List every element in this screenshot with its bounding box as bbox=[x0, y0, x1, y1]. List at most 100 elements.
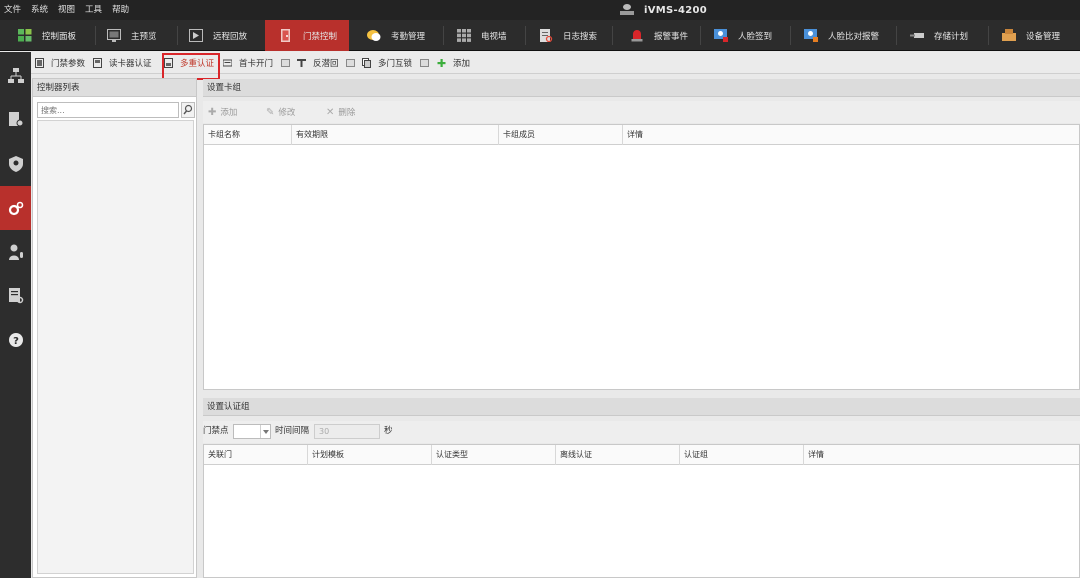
svg-text:?: ? bbox=[13, 336, 19, 347]
subtab-interlock-config[interactable] bbox=[420, 52, 436, 74]
highlight-box bbox=[162, 53, 220, 80]
app-title-text: iVMS-4200 bbox=[644, 4, 708, 16]
rail-person[interactable] bbox=[0, 98, 31, 142]
tab-remote-playback[interactable]: 远程回放 bbox=[189, 20, 247, 51]
search-icon bbox=[183, 104, 193, 115]
face-compare-icon bbox=[804, 29, 818, 42]
attendance-icon bbox=[367, 30, 381, 41]
interval-input[interactable]: 30 bbox=[314, 424, 380, 439]
alarm-icon bbox=[631, 30, 643, 42]
card-group-table[interactable]: 卡组名称 有效期限 卡组成员 详情 bbox=[203, 124, 1080, 390]
rail-settings[interactable] bbox=[0, 186, 31, 230]
rail-report[interactable] bbox=[0, 274, 31, 318]
document-user-icon bbox=[8, 112, 23, 127]
subtab-door-params[interactable]: 门禁参数 bbox=[35, 52, 85, 74]
chevron-down-icon bbox=[260, 425, 270, 438]
col-details[interactable]: 详情 bbox=[623, 125, 1079, 145]
card-group-table-header: 卡组名称 有效期限 卡组成员 详情 bbox=[204, 125, 1079, 145]
box-icon bbox=[281, 59, 290, 67]
module-nav: 控制面板 主预览 远程回放 门禁控制 考勤管理 电视墙 日志搜索 报警事件 人脸… bbox=[0, 20, 1080, 51]
app-title: iVMS-4200 bbox=[620, 0, 707, 20]
shield-icon bbox=[8, 156, 23, 172]
interlock-icon bbox=[362, 58, 371, 68]
col-auth-details[interactable]: 详情 bbox=[804, 445, 1079, 465]
tab-attendance[interactable]: 考勤管理 bbox=[367, 20, 425, 51]
delete-card-group-button[interactable]: ✕ 删除 bbox=[326, 101, 355, 123]
anti-passback-icon bbox=[297, 59, 306, 67]
auth-group-table-header: 关联门 计划模板 认证类型 离线认证 认证组 详情 bbox=[204, 445, 1079, 465]
first-card-icon bbox=[223, 59, 232, 67]
card-reader-icon bbox=[93, 58, 102, 68]
storage-icon bbox=[910, 33, 924, 38]
report-search-icon bbox=[8, 288, 23, 304]
grid-icon bbox=[18, 29, 32, 42]
tab-face-compare-alarm[interactable]: 人脸比对报警 bbox=[804, 20, 879, 51]
subtab-first-card[interactable]: 首卡开门 bbox=[223, 52, 273, 74]
plus-icon bbox=[437, 59, 446, 67]
microphone-person-icon bbox=[8, 244, 23, 260]
edit-icon: ✎ bbox=[266, 106, 275, 118]
gears-icon bbox=[8, 201, 23, 216]
subtab-first-card-config[interactable] bbox=[281, 52, 297, 74]
col-auth-type[interactable]: 认证类型 bbox=[432, 445, 556, 465]
col-members[interactable]: 卡组成员 bbox=[499, 125, 623, 145]
tab-main-view[interactable]: 主预览 bbox=[107, 20, 157, 51]
controller-search-input[interactable] bbox=[37, 102, 179, 118]
menu-system[interactable]: 系统 bbox=[31, 0, 48, 20]
search-button[interactable] bbox=[181, 102, 195, 118]
edit-card-group-button[interactable]: ✎ 修改 bbox=[266, 101, 295, 123]
auth-group-table[interactable]: 关联门 计划模板 认证类型 离线认证 认证组 详情 bbox=[203, 444, 1080, 578]
subtab-interlock[interactable]: 多门互锁 bbox=[362, 52, 412, 74]
rail-help[interactable]: ? bbox=[0, 318, 31, 362]
tab-access-control[interactable]: 门禁控制 bbox=[265, 20, 349, 51]
box-icon bbox=[420, 59, 429, 67]
menu-view[interactable]: 视图 bbox=[58, 0, 75, 20]
col-linked-door[interactable]: 关联门 bbox=[204, 445, 308, 465]
box-icon bbox=[346, 59, 355, 67]
device-icon bbox=[1002, 29, 1016, 41]
rail-location[interactable] bbox=[0, 142, 31, 186]
menu-file[interactable]: 文件 bbox=[4, 0, 21, 20]
controller-list-title: 控制器列表 bbox=[33, 79, 196, 97]
left-rail: ? bbox=[0, 52, 31, 578]
face-checkin-icon bbox=[714, 29, 728, 42]
playback-icon bbox=[189, 29, 203, 42]
auth-group-header: 设置认证组 bbox=[203, 398, 1080, 416]
col-auth-group[interactable]: 认证组 bbox=[680, 445, 804, 465]
tab-log-search[interactable]: 日志搜索 bbox=[539, 20, 597, 51]
rail-device-tree[interactable] bbox=[0, 54, 31, 98]
col-schedule-template[interactable]: 计划模板 bbox=[308, 445, 432, 465]
menu-tools[interactable]: 工具 bbox=[85, 0, 102, 20]
plus-icon: ✚ bbox=[208, 106, 217, 118]
col-offline-auth[interactable]: 离线认证 bbox=[556, 445, 680, 465]
subtab-card-reader-auth[interactable]: 读卡器认证 bbox=[93, 52, 152, 74]
subtab-add[interactable]: 添加 bbox=[437, 52, 470, 74]
tab-control-panel[interactable]: 控制面板 bbox=[18, 20, 76, 51]
col-validity[interactable]: 有效期限 bbox=[292, 125, 499, 145]
tab-video-wall[interactable]: 电视墙 bbox=[457, 20, 507, 51]
tab-face-checkin[interactable]: 人脸签到 bbox=[714, 20, 772, 51]
monitor-icon bbox=[107, 29, 121, 42]
close-icon: ✕ bbox=[326, 106, 335, 118]
controller-search bbox=[37, 102, 195, 118]
auth-group-filter: 门禁点 时间间隔 30 秒 bbox=[203, 421, 1080, 443]
interval-unit: 秒 bbox=[384, 426, 393, 436]
subtab-anti-passback[interactable]: 反潜回 bbox=[297, 52, 339, 74]
controller-tree[interactable] bbox=[37, 120, 194, 574]
hierarchy-icon bbox=[7, 68, 24, 83]
tab-alarm-events[interactable]: 报警事件 bbox=[630, 20, 688, 51]
tab-storage-schedule[interactable]: 存储计划 bbox=[910, 20, 968, 51]
card-group-header: 设置卡组 bbox=[203, 79, 1080, 97]
card-group-actions: ✚ 添加 ✎ 修改 ✕ 删除 bbox=[203, 101, 1080, 123]
menu-bar: 文件 系统 视图 工具 帮助 bbox=[4, 0, 139, 20]
door-params-icon bbox=[35, 58, 44, 68]
menu-help[interactable]: 帮助 bbox=[112, 0, 129, 20]
log-icon bbox=[540, 29, 553, 42]
rail-intercom[interactable] bbox=[0, 230, 31, 274]
door-select[interactable] bbox=[233, 424, 271, 439]
tab-device-management[interactable]: 设备管理 bbox=[1002, 20, 1060, 51]
col-card-group-name[interactable]: 卡组名称 bbox=[204, 125, 292, 145]
add-card-group-button[interactable]: ✚ 添加 bbox=[208, 101, 237, 123]
subtab-anti-passback-config[interactable] bbox=[346, 52, 362, 74]
title-bar: 文件 系统 视图 工具 帮助 iVMS-4200 bbox=[0, 0, 1080, 20]
